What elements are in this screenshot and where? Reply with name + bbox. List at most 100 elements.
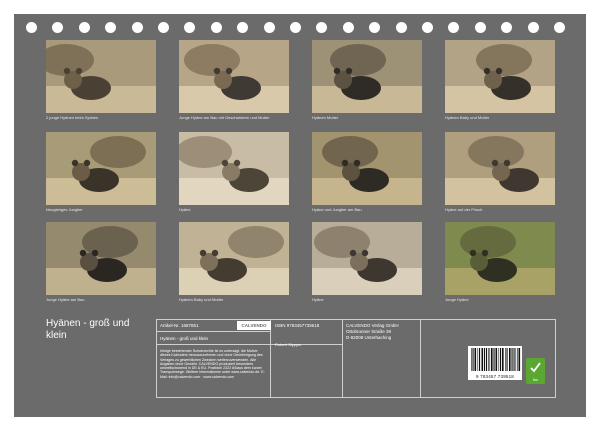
barcode-bar [484, 348, 486, 371]
binding-hole [369, 22, 381, 33]
fsc-label: fsc [532, 377, 539, 382]
binding-hole [501, 22, 513, 33]
calendar-photo [179, 40, 289, 113]
barcode-bar [511, 348, 513, 371]
binding-hole [158, 22, 169, 33]
binding-holes [14, 22, 586, 34]
calendar-photo [179, 132, 289, 205]
barcode-bars [471, 348, 521, 371]
binding-hole [26, 22, 37, 33]
binding-hole [184, 22, 196, 33]
photo-young-hyena-den [46, 222, 156, 295]
binding-hole [474, 22, 486, 33]
photo-hyena-cub-den [312, 132, 422, 205]
photo-curious-cub [46, 132, 156, 205]
barcode-bar [479, 348, 481, 371]
barcode-bar [502, 348, 504, 371]
binding-hole [395, 22, 407, 33]
photo-caption: Junge Hyäne am Bau [46, 297, 85, 302]
barcode-bar [498, 348, 500, 371]
calendar-title: Hyänen - groß und klein [46, 318, 130, 341]
photo-hyena-den-family [179, 40, 289, 113]
barcode-bar [493, 348, 495, 371]
barcode-bar [481, 348, 484, 371]
binding-hole [422, 22, 433, 33]
photo-hyena-pups-playing [46, 40, 156, 113]
photo-hyena-mother [312, 40, 422, 113]
publisher-name: CALVENDO Verlag GmbH [346, 323, 399, 328]
calendar-photo [312, 222, 422, 295]
barcode-bar [495, 348, 498, 371]
barcode-bar [500, 348, 502, 371]
photo-hyena-profile [312, 222, 422, 295]
info-subtitle: Hyänen - groß und klein [160, 336, 209, 341]
binding-hole [527, 22, 539, 33]
info-divider [156, 344, 270, 345]
barcode-bar [513, 348, 515, 371]
barcode-bar [517, 348, 518, 371]
legal-text: Infolge bestehender Schutzrechte ist es … [160, 349, 265, 379]
barcode-bar [486, 348, 488, 371]
photo-hyena-prowling [445, 132, 555, 205]
isbn-barcode: 9 783457 739518 [468, 346, 522, 380]
info-divider [156, 331, 270, 332]
author-name: Robert Styppa [275, 342, 301, 347]
barcode-bar [506, 348, 508, 371]
binding-hole [210, 22, 222, 33]
photo-hyena-baby-mother [445, 40, 555, 113]
barcode-bar [477, 348, 479, 371]
photo-hyena-portrait [179, 132, 289, 205]
binding-hole [78, 22, 90, 33]
photo-baby-and-mother [179, 222, 289, 295]
barcode-bar [489, 348, 491, 371]
photo-caption: Hyäne [179, 207, 191, 212]
calendar-photo [312, 40, 422, 113]
photo-caption: Hyäne und Jungtier am Bau [312, 207, 362, 212]
barcode-bar [518, 348, 521, 371]
isbn: ISBN 9783457739518 [275, 323, 320, 328]
barcode-digits: 9 783457 739518 [475, 374, 515, 379]
barcode-bar [509, 348, 511, 371]
binding-hole [316, 22, 328, 33]
binding-hole [448, 22, 460, 33]
info-divider [342, 319, 343, 398]
barcode-bar [491, 348, 493, 371]
binding-hole [342, 22, 354, 33]
barcode-bar [472, 348, 474, 371]
photo-caption: Hyänen Baby und Mutter [179, 297, 224, 302]
photo-caption: Neugieriges Jungtier [46, 207, 83, 212]
photo-caption: 2 junge Hyänen beim Spielen [46, 115, 99, 120]
photo-caption: Hyäne auf der Pirsch [445, 207, 483, 212]
publisher-city: D-82008 Unterhaching [346, 335, 392, 340]
photo-caption: Junge Hyäne am Bau mit Geschwistern und … [179, 115, 270, 120]
calendar-photo [46, 132, 156, 205]
photo-young-hyena [445, 222, 555, 295]
calendar-photo [46, 40, 156, 113]
calendar-photo [46, 222, 156, 295]
info-divider [270, 319, 271, 398]
barcode-bar [474, 348, 477, 371]
calendar-photo [179, 222, 289, 295]
binding-hole [263, 22, 275, 33]
photo-caption: Hyänen Mutter [312, 115, 339, 120]
binding-hole [290, 22, 301, 33]
calendar-photo [445, 132, 555, 205]
binding-hole [105, 22, 117, 33]
binding-hole [554, 22, 565, 33]
info-divider [420, 319, 421, 398]
publisher-street: Ottobrunner Straße 39 [346, 329, 392, 334]
article-number: Artikel-Nr. 1687851 [160, 323, 199, 328]
binding-hole [131, 22, 143, 33]
photo-caption: Hyäne [312, 297, 324, 302]
fsc-logo: fsc [526, 358, 545, 384]
photo-caption: Hyänen Baby und Mutter [445, 115, 490, 120]
barcode-bar [515, 348, 517, 371]
calendar-photo [445, 40, 555, 113]
tree-check-icon [530, 362, 541, 373]
binding-hole [237, 22, 249, 33]
binding-hole [52, 22, 64, 33]
photo-caption: Junge Hyäne [445, 297, 469, 302]
barcode-bar [488, 348, 489, 371]
barcode-bar [471, 348, 472, 371]
calendar-photo [445, 222, 555, 295]
